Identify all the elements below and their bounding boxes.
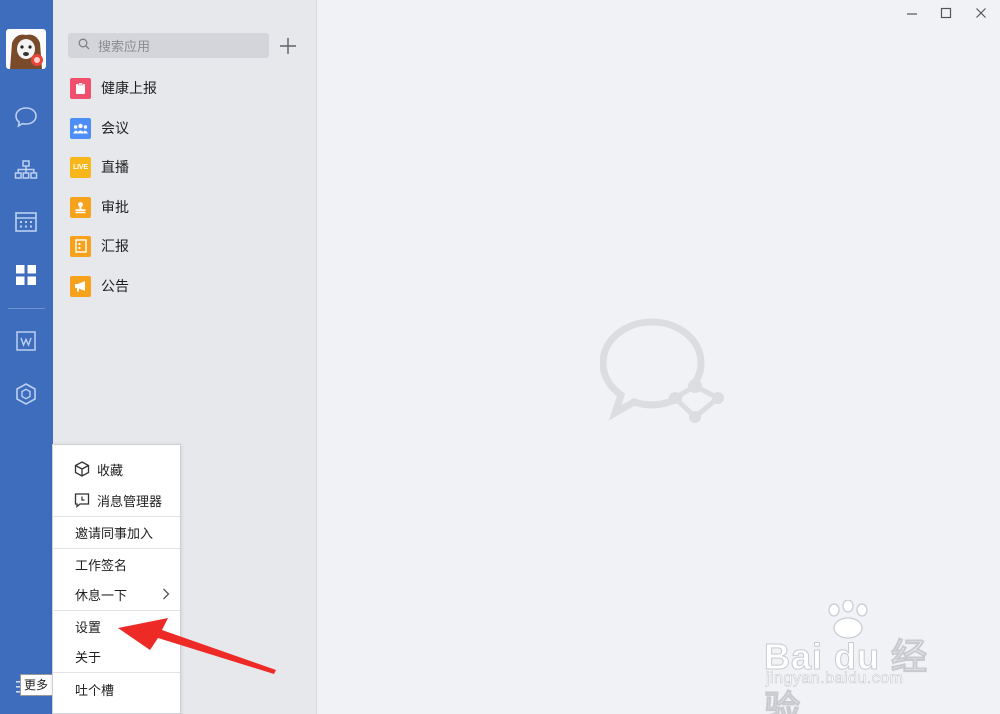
health-report-icon bbox=[70, 77, 91, 99]
annotation-arrow-icon bbox=[118, 618, 276, 674]
close-icon[interactable] bbox=[973, 5, 989, 21]
app-label: 审批 bbox=[101, 200, 129, 216]
plus-icon bbox=[280, 38, 296, 54]
menu-item-label: 设置 bbox=[75, 620, 102, 636]
wedoc-icon[interactable] bbox=[13, 328, 39, 354]
rail-divider bbox=[8, 308, 45, 309]
maximize-icon[interactable] bbox=[938, 5, 954, 21]
app-item-announcement[interactable]: 公告 bbox=[70, 274, 129, 298]
menu-item-work-signature[interactable]: 工作签名 bbox=[53, 550, 180, 578]
menu-item-label: 工作签名 bbox=[75, 558, 128, 574]
menu-divider bbox=[53, 516, 180, 517]
navigation-rail bbox=[0, 0, 53, 714]
workbench-cube-icon[interactable] bbox=[13, 381, 39, 407]
message-manager-icon bbox=[74, 492, 90, 508]
menu-item-invite-colleagues[interactable]: 邀请同事加入 bbox=[53, 518, 180, 546]
app-item-report[interactable]: 汇报 bbox=[70, 234, 129, 258]
app-item-live[interactable]: LIVE 直播 bbox=[70, 155, 129, 179]
menu-divider bbox=[53, 548, 180, 549]
live-icon: LIVE bbox=[70, 156, 91, 178]
app-item-health-report[interactable]: 健康上报 bbox=[70, 76, 157, 100]
chat-icon[interactable] bbox=[13, 104, 39, 130]
app-label: 会议 bbox=[101, 121, 129, 137]
search-icon bbox=[78, 38, 90, 54]
wecom-logo-placeholder bbox=[599, 318, 725, 427]
search-input[interactable]: 搜索应用 bbox=[68, 33, 269, 58]
baidu-watermark: Bai du 经验 jingyan.baidu.com bbox=[760, 600, 960, 714]
minimize-icon[interactable] bbox=[904, 5, 920, 21]
menu-item-label: 收藏 bbox=[97, 463, 124, 479]
meeting-icon bbox=[70, 117, 91, 139]
apps-grid-icon[interactable] bbox=[13, 262, 39, 288]
add-app-button[interactable] bbox=[277, 35, 299, 57]
menu-item-favorites[interactable]: 收藏 bbox=[53, 455, 180, 483]
app-label: 公告 bbox=[101, 279, 129, 295]
app-item-approval[interactable]: 审批 bbox=[70, 195, 129, 219]
avatar[interactable] bbox=[6, 29, 46, 69]
menu-item-label: 吐个槽 bbox=[75, 683, 115, 699]
menu-item-label: 消息管理器 bbox=[97, 494, 163, 510]
more-tooltip: 更多 bbox=[20, 674, 54, 696]
app-label: 直播 bbox=[101, 160, 129, 176]
live-badge-text: LIVE bbox=[73, 163, 88, 171]
cube-icon bbox=[74, 461, 90, 477]
app-label: 健康上报 bbox=[101, 81, 157, 97]
app-label: 汇报 bbox=[101, 239, 129, 255]
watermark-url: jingyan.baidu.com bbox=[766, 670, 904, 688]
menu-item-label: 邀请同事加入 bbox=[75, 526, 154, 542]
report-icon bbox=[70, 235, 91, 257]
app-item-meeting[interactable]: 会议 bbox=[70, 116, 129, 140]
menu-item-message-manager[interactable]: 消息管理器 bbox=[53, 486, 180, 514]
search-placeholder: 搜索应用 bbox=[98, 40, 151, 55]
approval-icon bbox=[70, 196, 91, 218]
calendar-icon[interactable] bbox=[13, 209, 39, 235]
menu-item-label: 关于 bbox=[75, 650, 102, 666]
org-chart-icon[interactable] bbox=[13, 157, 39, 183]
announcement-icon bbox=[70, 275, 91, 297]
